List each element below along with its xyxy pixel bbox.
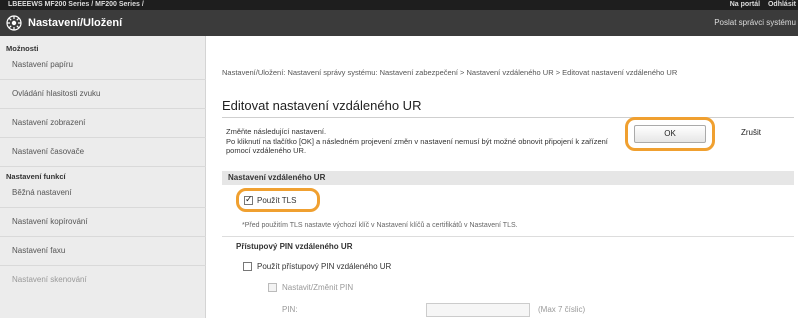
sidebar-item-timer[interactable]: Nastavení časovače [12,147,200,156]
top-bar: LBEEEWS MF200 Series / MF200 Series / Na… [0,0,798,10]
portal-link[interactable]: Na portál [730,1,760,8]
use-tls-checkbox[interactable] [244,194,253,205]
instruction-text: Změňte následující nastavení. Po kliknut… [226,127,626,156]
tls-hint: *Před použitím TLS nastavte výchozí klíč… [242,222,518,229]
divider [0,137,206,138]
ok-button[interactable]: OK [634,125,706,143]
device-name: LBEEEWS MF200 Series / MF200 Series / [8,1,144,8]
sidebar-item-volume[interactable]: Ovládání hlasitosti zvuku [12,89,200,98]
section-header: Nastavení vzdáleného UR [222,171,794,185]
pin-hint: (Max 7 číslic) [538,305,586,314]
sidebar-group-functions: Nastavení funkcí [6,172,66,181]
cancel-button[interactable]: Zrušit [722,125,780,143]
divider [0,236,206,237]
mail-admin-link[interactable]: Poslat správci systému [714,18,796,27]
use-pin-checkbox[interactable] [243,262,252,271]
settings-icon [6,15,22,31]
sidebar-group-options: Možnosti [6,44,39,53]
sidebar-item-display[interactable]: Nastavení zobrazení [12,118,200,127]
divider [222,236,794,237]
divider [0,265,206,266]
use-pin-label[interactable]: Použít přístupový PIN vzdáleného UR [257,262,391,271]
divider [0,166,206,167]
pin-label: PIN: [282,305,298,314]
divider [0,207,206,208]
set-pin-label: Nastavit/Změnit PIN [282,283,354,292]
sidebar-item-paper[interactable]: Nastavení papíru [12,60,200,69]
pin-input[interactable] [426,303,530,317]
use-tls-label[interactable]: Použít TLS [257,196,296,205]
sidebar-item-scan[interactable]: Nastavení skenování [12,275,200,284]
instruction-line-2: Po kliknutí na tlačítko [OK] a následném… [226,136,608,156]
divider [0,108,206,109]
instruction-line-1: Změňte následující nastavení. [226,127,327,136]
divider [0,79,206,80]
breadcrumb: Nastavení/Uložení: Nastavení správy syst… [222,68,678,77]
top-links: Na portál Odhlásit [724,1,796,8]
app-title: Nastavení/Uložení [28,17,123,29]
page-title: Editovat nastavení vzdáleného UR [222,98,422,113]
pin-section-title: Přístupový PIN vzdáleného UR [236,242,353,251]
sidebar-item-fax[interactable]: Nastavení faxu [12,246,200,255]
sidebar-item-common[interactable]: Běžná nastavení [12,188,200,197]
title-bar: Nastavení/Uložení Poslat správci systému [0,10,798,36]
sidebar-item-copy[interactable]: Nastavení kopírování [12,217,200,226]
sidebar: Možnosti Nastavení papíru Ovládání hlasi… [0,36,206,318]
set-pin-checkbox[interactable] [268,283,277,292]
section-title: Nastavení vzdáleného UR [228,173,326,182]
logout-link[interactable]: Odhlásit [768,1,796,8]
